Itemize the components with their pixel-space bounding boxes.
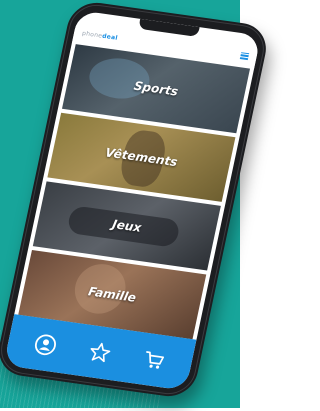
category-list: Sports Vêtements Jeux Famille	[17, 44, 251, 343]
star-icon	[90, 342, 111, 363]
profile-button[interactable]	[30, 330, 61, 359]
category-label: Vêtements	[104, 145, 179, 170]
cart-button[interactable]	[138, 345, 169, 374]
cart-icon	[145, 351, 164, 369]
app-logo[interactable]: phonedeal	[81, 29, 118, 41]
category-label: Jeux	[111, 217, 143, 235]
user-icon	[35, 334, 57, 356]
hamburger-menu-icon[interactable]	[239, 51, 250, 60]
logo-accent: deal	[101, 32, 119, 42]
favorites-button[interactable]	[84, 338, 115, 367]
category-label: Sports	[132, 78, 180, 99]
phone-mockup: phonedeal Sports Vêtements Jeux Famille	[0, 0, 272, 400]
category-label: Famille	[87, 284, 138, 305]
phone-screen: phonedeal Sports Vêtements Jeux Famille	[3, 10, 262, 391]
logo-text: phone	[81, 29, 104, 40]
